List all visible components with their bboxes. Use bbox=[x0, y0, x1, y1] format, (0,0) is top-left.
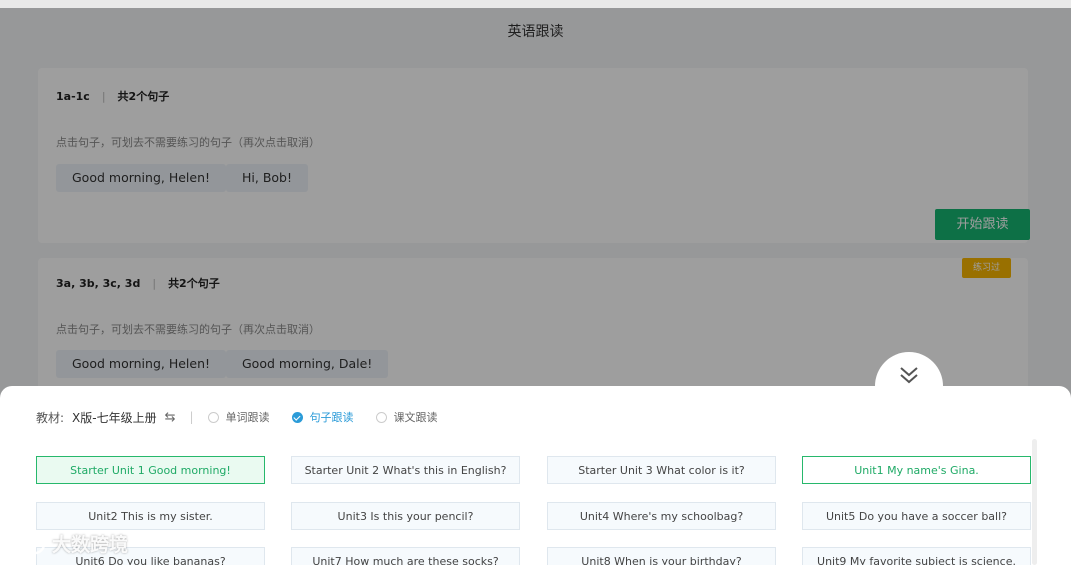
textbook-label: 教材: bbox=[36, 410, 65, 425]
panel-scrollbar[interactable] bbox=[1032, 439, 1037, 565]
unit-button[interactable]: Unit1 My name's Gina. bbox=[802, 456, 1031, 484]
unit-button[interactable]: Unit9 My favorite subject is science. bbox=[802, 547, 1031, 565]
mode-label: 课文跟读 bbox=[393, 411, 438, 424]
mode-sentence-reading[interactable]: 句子跟读 bbox=[291, 409, 354, 425]
unit-button[interactable]: Starter Unit 3 What color is it? bbox=[547, 456, 776, 484]
radio-checked-icon bbox=[291, 411, 303, 423]
divider: | bbox=[189, 410, 194, 424]
textbook-row: 教材: X版-七年级上册 ⇆ | 单词跟读 句子跟读 课文跟读 bbox=[36, 408, 460, 426]
mode-text-reading[interactable]: 课文跟读 bbox=[375, 409, 438, 425]
mode-label: 句子跟读 bbox=[309, 411, 354, 424]
collapse-panel-button[interactable] bbox=[875, 352, 943, 420]
swap-icon[interactable]: ⇆ bbox=[165, 410, 176, 425]
unit-button[interactable]: Starter Unit 1 Good morning! bbox=[36, 456, 265, 484]
unit-button[interactable]: Unit5 Do you have a soccer ball? bbox=[802, 502, 1031, 530]
watermark: 大数跨境 bbox=[8, 530, 128, 557]
radio-icon bbox=[375, 411, 387, 423]
unit-button[interactable]: Unit8 When is your birthday? bbox=[547, 547, 776, 565]
mode-label: 单词跟读 bbox=[225, 411, 270, 424]
unit-button[interactable]: Unit2 This is my sister. bbox=[36, 502, 265, 530]
textbook-value[interactable]: X版-七年级上册 bbox=[72, 409, 157, 426]
unit-button[interactable]: Unit3 Is this your pencil? bbox=[291, 502, 520, 530]
radio-icon bbox=[207, 411, 219, 423]
unit-button[interactable]: Unit4 Where's my schoolbag? bbox=[547, 502, 776, 530]
double-chevron-down-icon bbox=[900, 367, 918, 384]
unit-button[interactable]: Unit7 How much are these socks? bbox=[291, 547, 520, 565]
mode-word-reading[interactable]: 单词跟读 bbox=[207, 409, 270, 425]
unit-button[interactable]: Starter Unit 2 What's this in English? bbox=[291, 456, 520, 484]
watermark-logo-icon bbox=[8, 533, 46, 554]
watermark-text: 大数跨境 bbox=[52, 534, 129, 556]
